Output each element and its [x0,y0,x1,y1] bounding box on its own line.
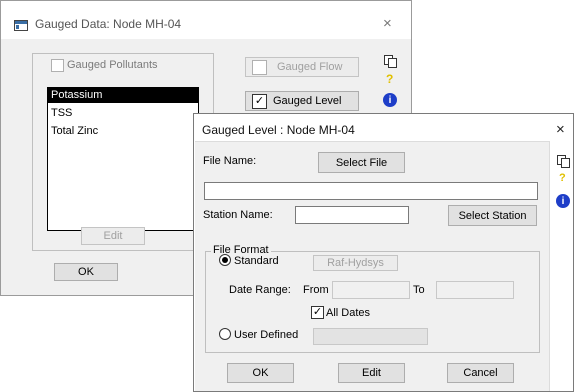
gauged-level-label: Gauged Level [273,95,342,107]
info-icon[interactable]: i [556,194,570,208]
all-dates-label: All Dates [326,307,371,319]
user-defined-radio[interactable] [219,328,231,340]
user-defined-input[interactable] [313,328,428,345]
station-name-input[interactable] [295,206,409,224]
ok-button[interactable]: OK [54,263,118,281]
raf-hydsys-button[interactable]: Raf-Hydsys [313,255,398,271]
select-station-button[interactable]: Select Station [448,205,537,226]
to-date-input[interactable] [436,281,514,299]
info-icon-glyph: i [561,195,565,207]
close-button[interactable]: × [383,16,392,31]
standard-radio[interactable] [219,254,231,266]
dialog-title: Gauged Level : Node MH-04 [202,123,355,137]
copy-icon[interactable] [383,54,397,71]
window-title: Gauged Data: Node MH-04 [35,17,182,31]
app-icon [14,20,28,31]
info-icon-glyph: i [388,94,392,106]
gauged-flow-toggle[interactable]: Gauged Flow [245,57,359,77]
gauged-level-checkbox[interactable]: ✓ [252,93,267,109]
file-path-input[interactable] [204,182,538,200]
help-icon[interactable]: ? [559,172,566,184]
gauged-level-toggle[interactable]: ✓ Gauged Level [245,91,359,111]
all-dates-checkbox[interactable]: ✓ [311,306,324,319]
help-icon[interactable]: ? [386,72,393,86]
dialog-cancel-button[interactable]: Cancel [447,363,514,383]
station-name-label: Station Name: [203,209,273,221]
pollutant-list[interactable]: Potassium TSS Total Zinc [47,87,199,231]
select-file-button[interactable]: Select File [318,152,405,173]
gauged-level-dialog: Gauged Level : Node MH-04 × File Name: S… [193,113,574,392]
pollutant-list-item[interactable]: TSS [51,107,72,119]
dialog-close-button[interactable]: × [556,122,565,137]
date-range-label: Date Range: [229,284,291,296]
file-name-label: File Name: [203,155,257,167]
copy-icon[interactable] [556,154,570,171]
dialog-edit-button[interactable]: Edit [338,363,405,383]
to-label: To [413,284,425,296]
standard-label: Standard [234,255,279,267]
edit-pollutant-button[interactable]: Edit [81,227,145,245]
info-icon[interactable]: i [383,93,397,107]
gauged-pollutants-label: Gauged Pollutants [67,59,158,71]
gauged-pollutants-checkbox[interactable] [51,59,64,72]
user-defined-label: User Defined [234,329,299,341]
pollutant-list-item[interactable]: Total Zinc [51,125,98,137]
gauged-flow-label: Gauged Flow [277,61,343,73]
dialog-ok-button[interactable]: OK [227,363,294,383]
gauged-flow-checkbox[interactable] [252,59,267,75]
from-date-input[interactable] [332,281,410,299]
pollutant-list-item[interactable]: Potassium [51,89,102,101]
from-label: From [303,284,329,296]
